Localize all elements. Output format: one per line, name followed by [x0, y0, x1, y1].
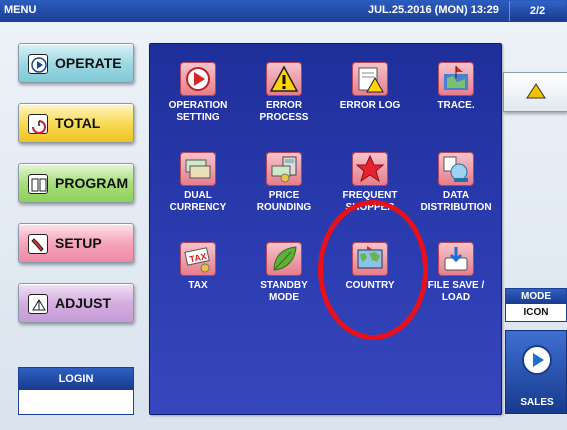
data-distribution-icon — [438, 152, 474, 186]
tile-dual-currency[interactable]: DUAL CURRENCY — [154, 142, 242, 232]
world-map-icon — [352, 242, 388, 276]
mode-value: ICON — [523, 307, 549, 318]
tile-label-line1: COUNTRY — [345, 280, 395, 291]
triangle-up-icon — [526, 83, 546, 99]
tile-error-log[interactable]: ERROR LOG — [326, 52, 414, 142]
scroll-up-button[interactable] — [503, 72, 567, 112]
login-label: LOGIN — [19, 368, 133, 390]
tile-frequent-shopper[interactable]: FREQUENT SHOPPER — [326, 142, 414, 232]
menu-title: MENU — [4, 4, 37, 16]
tile-label-line2: SHOPPER — [345, 202, 395, 213]
tile-data-distribution[interactable]: DATA DISTRIBUTION — [412, 142, 500, 232]
tile-label-line1: DATA — [442, 190, 470, 201]
tile-label-line1: ERROR — [265, 100, 303, 111]
dual-currency-icon — [180, 152, 216, 186]
svg-text:TAX: TAX — [189, 251, 208, 264]
setup-label: SETUP — [55, 235, 102, 251]
tile-tax[interactable]: TAX TAX — [154, 232, 242, 322]
sales-button[interactable]: SALES — [505, 330, 567, 414]
operation-setting-icon — [180, 62, 216, 96]
tile-label-line2: CURRENCY — [169, 202, 227, 213]
tile-label-line2: SETTING — [176, 112, 220, 123]
operate-button[interactable]: OPERATE — [18, 43, 134, 83]
sales-label: SALES — [520, 397, 554, 408]
play-icon — [522, 345, 552, 375]
title-bar: MENU JUL.25.2016 (MON) 13:29 2/2 — [0, 0, 567, 22]
tile-trace[interactable]: TRACE. — [412, 52, 500, 142]
mode-label: MODE — [506, 289, 566, 304]
tile-price-rounding[interactable]: PRICE ROUNDING — [240, 142, 328, 232]
trace-icon — [438, 62, 474, 96]
tile-label-line1: FILE SAVE / — [427, 280, 485, 291]
ruler-icon — [28, 294, 48, 314]
program-label: PROGRAM — [55, 175, 129, 191]
price-rounding-icon — [266, 152, 302, 186]
tile-label-line2: ROUNDING — [256, 202, 312, 213]
wrench-icon — [28, 234, 48, 254]
tile-label-line1: TRACE. — [437, 100, 475, 111]
page-indicator: 2/2 — [509, 1, 565, 21]
warning-icon — [266, 62, 302, 96]
tile-standby-mode[interactable]: STANDBY MODE — [240, 232, 328, 322]
operate-label: OPERATE — [55, 55, 122, 71]
tile-error-process[interactable]: ERROR PROCESS — [240, 52, 328, 142]
icon-grid-panel: OPERATION SETTING ERROR PROCESS ERROR LOG … — [149, 43, 502, 415]
play-icon — [28, 54, 48, 74]
tile-label-line2: DISTRIBUTION — [420, 202, 492, 213]
total-label: TOTAL — [55, 115, 101, 131]
tile-label-line2: PROCESS — [259, 112, 309, 123]
error-log-icon — [352, 62, 388, 96]
setup-button[interactable]: SETUP — [18, 223, 134, 263]
tile-label-line1: TAX — [188, 280, 208, 291]
adjust-label: ADJUST — [55, 295, 112, 311]
tile-label-line1: DUAL — [184, 190, 212, 201]
clock-icon — [28, 114, 48, 134]
leaf-icon — [266, 242, 302, 276]
login-box[interactable]: LOGIN — [18, 367, 134, 415]
tile-label-line1: FREQUENT — [342, 190, 398, 201]
tile-label-line2: LOAD — [441, 292, 471, 303]
program-button[interactable]: PROGRAM — [18, 163, 134, 203]
tile-label-line1: STANDBY — [260, 280, 308, 291]
datetime: JUL.25.2016 (MON) 13:29 — [368, 4, 499, 16]
file-save-load-icon — [438, 242, 474, 276]
tile-label-line2: MODE — [269, 292, 299, 303]
mode-box[interactable]: MODE ICON — [505, 288, 567, 322]
tile-label-line1: OPERATION — [168, 100, 228, 111]
tile-file-save-load[interactable]: FILE SAVE / LOAD — [412, 232, 500, 322]
total-button[interactable]: TOTAL — [18, 103, 134, 143]
tile-operation-setting[interactable]: OPERATION SETTING — [154, 52, 242, 142]
star-icon — [352, 152, 388, 186]
adjust-button[interactable]: ADJUST — [18, 283, 134, 323]
book-icon — [28, 174, 48, 194]
tile-country[interactable]: COUNTRY — [326, 232, 414, 322]
tile-label-line1: ERROR LOG — [339, 100, 401, 111]
tax-icon: TAX — [180, 242, 216, 276]
tile-label-line1: PRICE — [268, 190, 300, 201]
